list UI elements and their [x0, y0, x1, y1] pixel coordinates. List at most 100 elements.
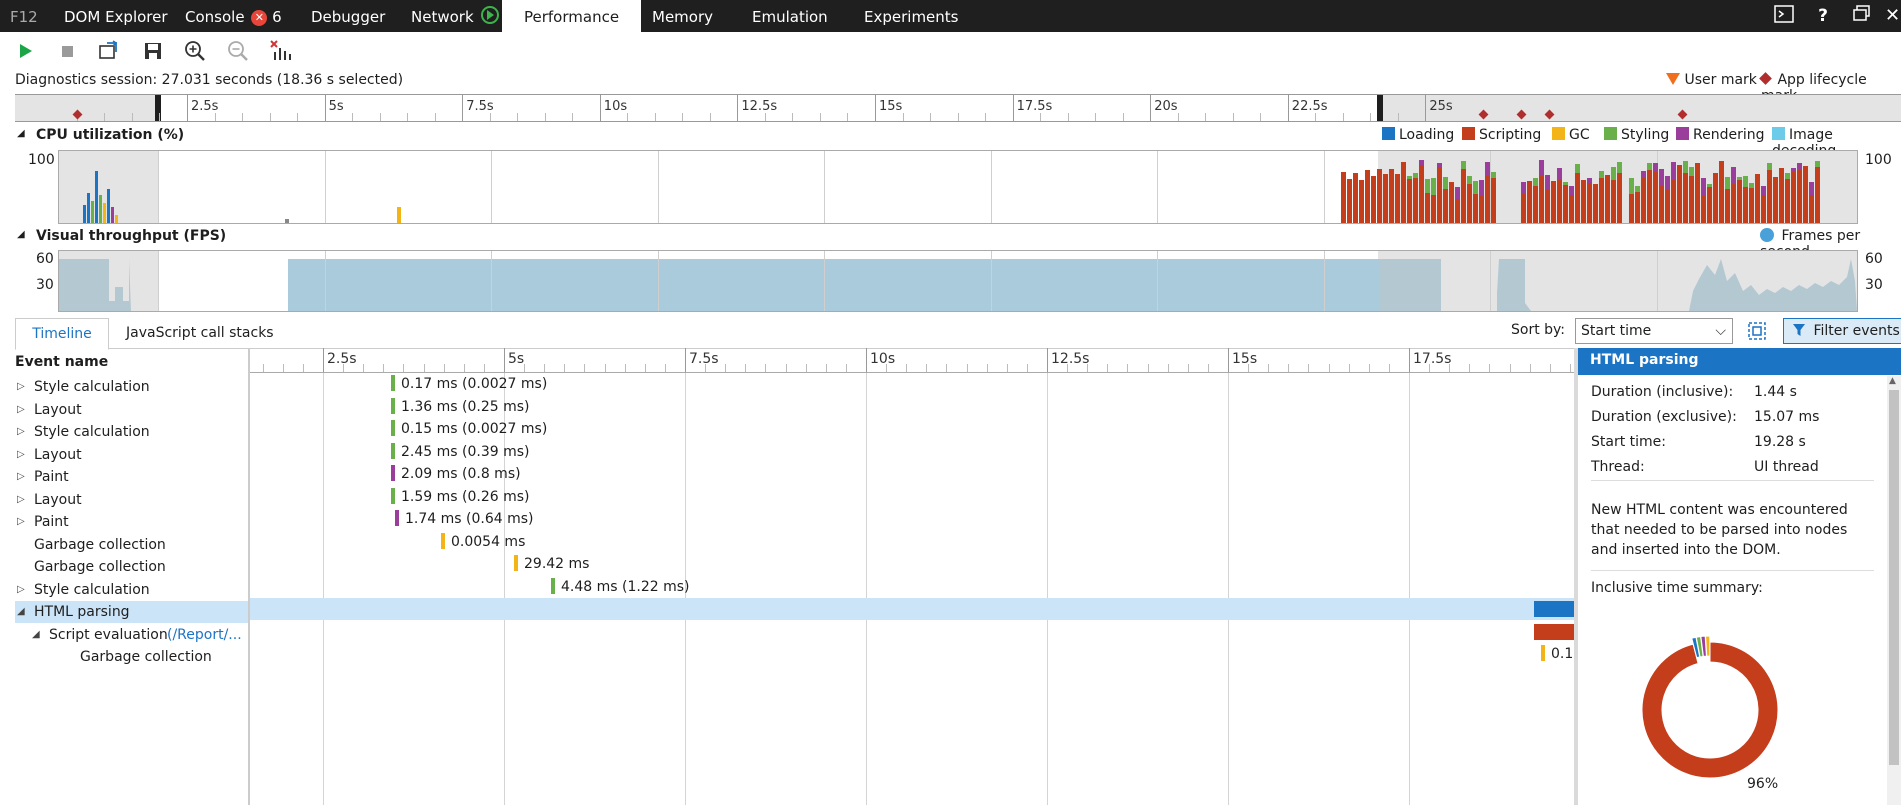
expand-icon[interactable]: ▷ — [17, 444, 25, 466]
cpu-bar-segment — [1377, 169, 1382, 223]
expand-icon[interactable]: ▷ — [17, 376, 25, 398]
cpu-stacked-bar — [1419, 160, 1424, 223]
fit-to-view-icon[interactable] — [1744, 318, 1770, 344]
ruler-tick-label: 22.5s — [1291, 99, 1328, 114]
tab-experiments[interactable]: Experiments — [864, 0, 958, 32]
cpu-bar-segment — [1395, 174, 1400, 223]
expand-icon[interactable]: ▷ — [17, 489, 25, 511]
scroll-up-icon[interactable]: ▲ — [1889, 376, 1896, 386]
cpu-bar-segment — [1671, 162, 1676, 181]
cpu-stacked-bar — [1731, 167, 1736, 223]
tab-performance[interactable]: Performance — [502, 0, 642, 32]
fps-chart[interactable] — [58, 250, 1858, 312]
event-row[interactable]: ◢ Script evaluation (/Report/... — [15, 624, 265, 646]
details-splitter[interactable] — [1574, 348, 1578, 805]
close-icon[interactable]: ✕ — [1884, 5, 1901, 27]
console-toggle-icon[interactable] — [1772, 5, 1796, 27]
cpu-bar-segment — [1737, 180, 1742, 223]
cpu-bar-segment — [1383, 174, 1388, 223]
tab-console[interactable]: Console ✕ 6 — [185, 0, 282, 32]
event-row[interactable]: Garbage collection — [15, 556, 265, 578]
event-row[interactable]: ▷ Layout — [15, 399, 265, 421]
tab-timeline[interactable]: Timeline — [15, 318, 109, 350]
timeline-tick-minor — [363, 364, 365, 372]
collapse-fps-icon[interactable]: ◢ — [17, 229, 25, 240]
cpu-stacked-bar — [1659, 169, 1664, 223]
tab-memory[interactable]: Memory — [652, 0, 713, 32]
expand-icon[interactable]: ▷ — [17, 466, 25, 488]
cpu-bar-segment — [1557, 180, 1562, 223]
start-profiling-icon[interactable] — [12, 38, 38, 64]
tab-debugger[interactable]: Debugger — [311, 0, 385, 32]
tab-javascript-call-stacks[interactable]: JavaScript call stacks — [126, 318, 274, 348]
chart-grid-line — [1157, 251, 1158, 311]
ruler-tick-major — [737, 95, 739, 121]
filter-events-button[interactable]: Filter events — [1783, 318, 1901, 344]
cpu-stacked-bar — [1557, 168, 1562, 223]
stop-profiling-icon[interactable] — [54, 38, 80, 64]
help-icon[interactable]: ? — [1812, 5, 1834, 27]
event-name: Paint — [34, 469, 69, 485]
tab-network[interactable]: Network — [411, 0, 500, 32]
save-profile-icon[interactable] — [140, 38, 166, 64]
cpu-bar — [95, 171, 98, 223]
event-row[interactable]: ▷ Style calculation — [15, 421, 265, 443]
collapse-icon[interactable]: ◢ — [32, 624, 40, 646]
expand-icon[interactable]: ▷ — [17, 421, 25, 443]
chart-grid-line — [990, 151, 992, 223]
zoom-out-icon[interactable] — [225, 38, 251, 64]
details-scrollbar-thumb[interactable] — [1889, 390, 1899, 765]
filter-icon — [1792, 321, 1806, 345]
zoom-in-icon[interactable] — [182, 38, 208, 64]
timeline-tick-minor — [443, 364, 445, 372]
event-source-link[interactable]: (/Report/... — [167, 624, 242, 646]
cpu-stacked-bar — [1605, 174, 1610, 223]
cpu-bar-segment — [1443, 176, 1448, 189]
cpu-stacked-bar — [1665, 176, 1670, 223]
tab-emulation[interactable]: Emulation — [752, 0, 828, 32]
timeline-pane[interactable]: 2.5s 5s 7.5s 10s 12.5s 15s 17.5s 0.17 ms (0.00… — [250, 348, 1574, 805]
timeline-tick-minor — [282, 364, 284, 372]
expand-icon[interactable]: ▷ — [17, 579, 25, 601]
event-row[interactable]: ▷ Layout — [15, 444, 265, 466]
overview-time-ruler[interactable]: 2.5s 5s 7.5s 10s 12.5s 15s 17.5s 20s 22.5s 25s — [15, 94, 1901, 122]
cpu-stacked-bar — [1353, 173, 1358, 223]
ruler-tick-label: 5s — [328, 99, 344, 114]
event-row[interactable]: ▷ Paint — [15, 511, 265, 533]
event-row[interactable]: Garbage collection — [15, 646, 265, 668]
ruler-tick-minor — [131, 113, 133, 121]
event-row[interactable]: ▷ Style calculation — [15, 579, 265, 601]
event-row[interactable]: Garbage collection — [15, 534, 265, 556]
event-row[interactable]: ▷ Paint — [15, 466, 265, 488]
timeline-tick-minor — [584, 364, 586, 372]
chart-grid-line — [824, 251, 825, 311]
cpu-bar-segment — [1743, 186, 1748, 223]
cpu-bar-segment — [1575, 173, 1580, 223]
event-duration-label: 29.42 ms — [524, 556, 590, 572]
event-name: Garbage collection — [80, 649, 212, 665]
collapse-cpu-icon[interactable]: ◢ — [17, 128, 25, 139]
cpu-bar-segment — [1809, 182, 1814, 196]
cpu-legend-swatch — [1772, 127, 1785, 140]
ruler-tick-minor — [517, 113, 519, 121]
timeline-tick-label: 10s — [870, 351, 896, 367]
event-row[interactable]: ◢ HTML parsing — [15, 601, 265, 623]
event-name: Script evaluation — [49, 626, 168, 643]
tab-dom-explorer[interactable]: DOM Explorer — [64, 0, 168, 32]
event-duration: 2.45 ms (0.39 ms) — [391, 442, 529, 460]
expand-icon[interactable]: ▷ — [17, 511, 25, 533]
timeline-tick-major — [866, 348, 867, 372]
expand-icon[interactable]: ▷ — [17, 399, 25, 421]
cpu-utilization-chart[interactable] — [58, 150, 1858, 224]
import-profile-icon[interactable] — [96, 38, 122, 64]
clear-selection-icon[interactable] — [268, 38, 294, 64]
event-row[interactable]: ▷ Style calculation — [15, 376, 265, 398]
details-scrollbar[interactable]: ▲ — [1887, 376, 1901, 805]
selection-handle-right[interactable] — [1377, 95, 1383, 121]
timeline-tick-minor — [524, 364, 526, 372]
event-row[interactable]: ▷ Layout — [15, 489, 265, 511]
collapse-icon[interactable]: ◢ — [17, 601, 25, 623]
sort-by-select[interactable]: Start time ⌵ — [1575, 318, 1733, 344]
details-property-key: Thread: — [1591, 459, 1645, 475]
undock-icon[interactable] — [1850, 5, 1874, 27]
